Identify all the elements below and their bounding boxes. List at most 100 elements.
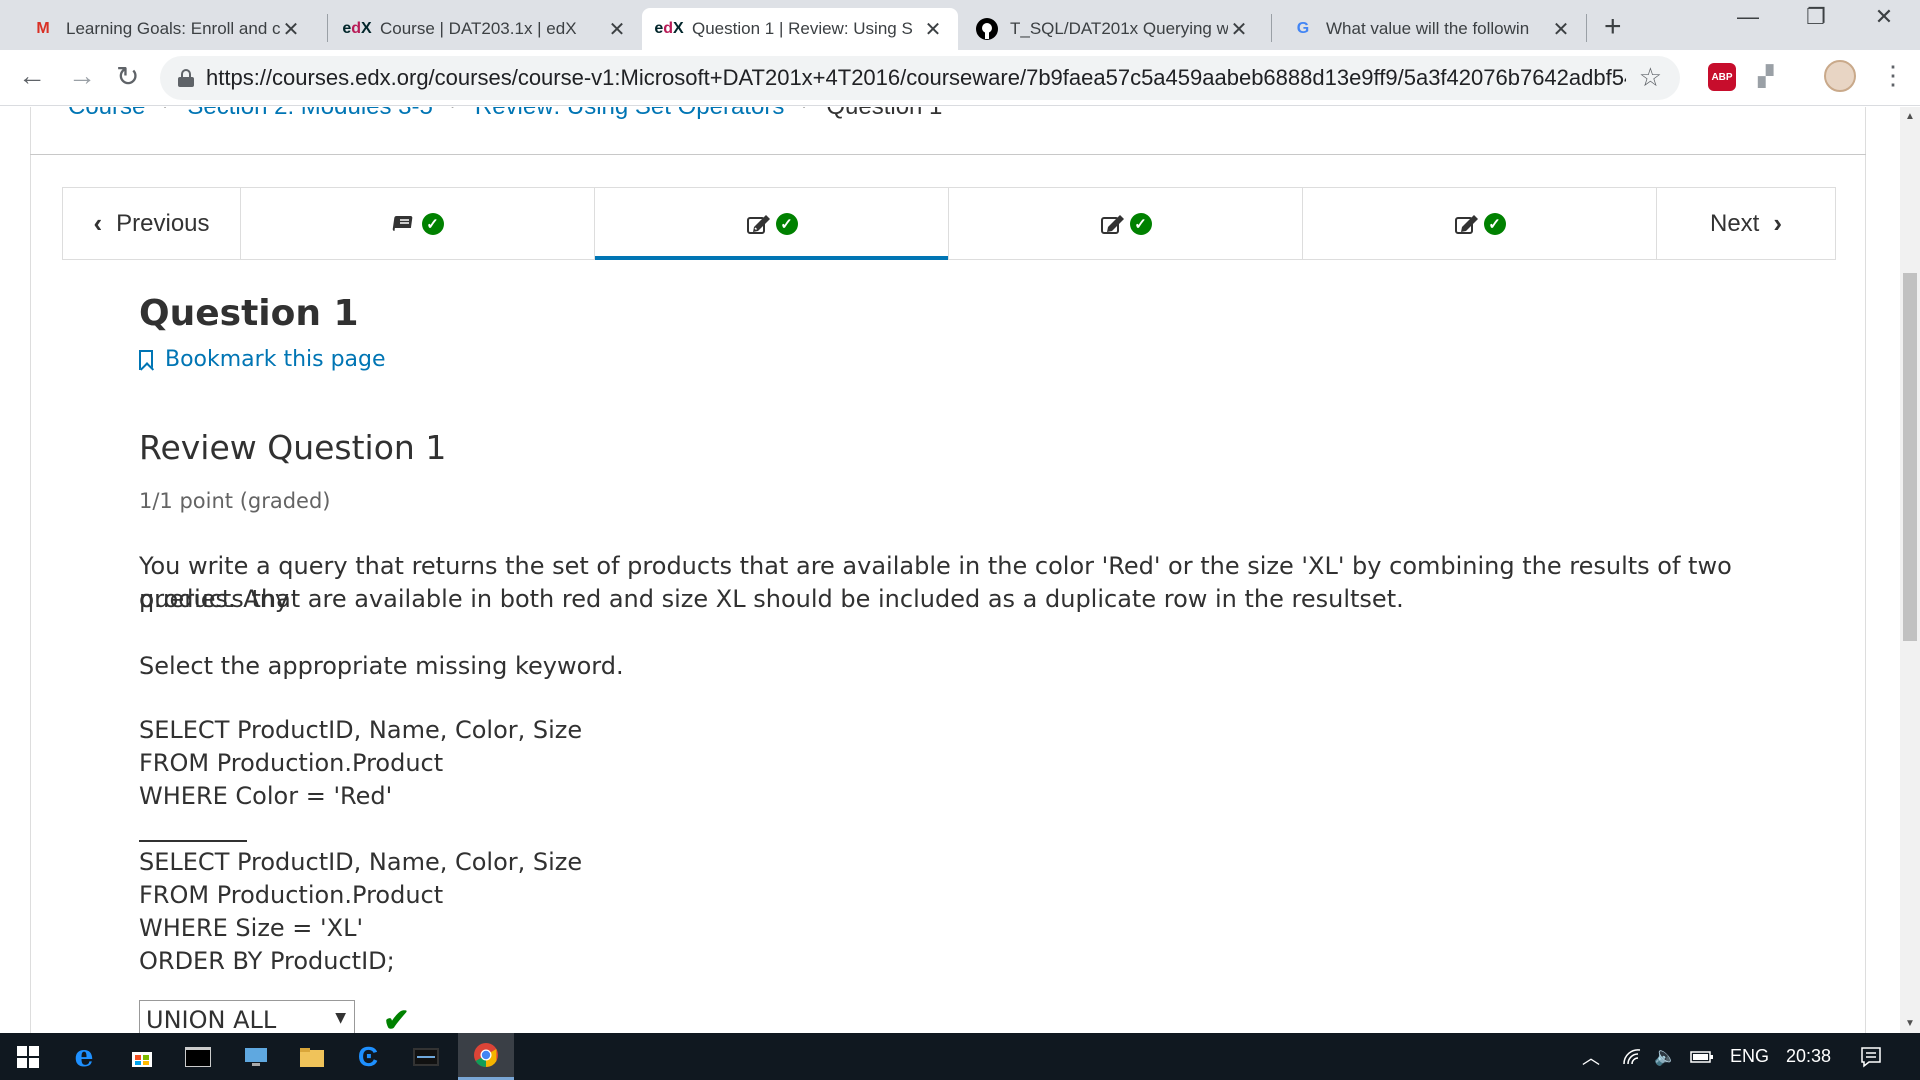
windows-start-button[interactable] — [0, 1033, 56, 1080]
url-text[interactable]: https://courses.edx.org/courses/course-v… — [206, 65, 1626, 91]
divider — [30, 154, 1866, 155]
breadcrumb-current: Question 1 — [826, 107, 942, 121]
page-scrollbar[interactable]: ▲ ▼ — [1900, 107, 1920, 1033]
tab-separator — [1271, 14, 1272, 42]
restore-button[interactable]: ❐ — [1786, 4, 1846, 30]
tab-title: Learning Goals: Enroll and c — [66, 19, 280, 38]
store-icon[interactable] — [114, 1033, 170, 1080]
tab-question[interactable]: edX Question 1 | Review: Using S ✕ — [642, 8, 958, 50]
chevron-right-icon: › — [163, 107, 169, 121]
problem-title: Review Question 1 — [139, 428, 447, 467]
tab-title: T_SQL/DAT201x Querying w — [1010, 19, 1228, 38]
bookmark-label: Bookmark this page — [165, 347, 386, 372]
chevron-right-icon: › — [451, 107, 457, 121]
browser-toolbar: ← → ↻ https://courses.edx.org/courses/co… — [0, 50, 1920, 106]
breadcrumb-subsection[interactable]: Review: Using Set Operators — [475, 107, 784, 121]
breadcrumb-section[interactable]: Section 2: Modules 3-5 — [187, 107, 432, 121]
unit-tab-4[interactable]: ✓ — [1303, 188, 1657, 259]
unit-tab-1[interactable]: ✓ — [241, 188, 595, 259]
back-button[interactable]: ← — [18, 60, 46, 92]
close-tab-icon[interactable]: ✕ — [1228, 17, 1250, 42]
scrollbar-thumb[interactable] — [1903, 273, 1917, 641]
edx-icon: edX — [654, 20, 684, 37]
chrome-taskbar-icon[interactable] — [458, 1033, 514, 1080]
bookmark-star-icon[interactable]: ☆ — [1639, 62, 1662, 93]
address-bar[interactable]: https://courses.edx.org/courses/course-v… — [160, 56, 1680, 100]
points-status: 1/1 point (graded) — [139, 489, 331, 513]
scroll-down-arrow[interactable]: ▼ — [1905, 1018, 1915, 1029]
code-line: WHERE Color = 'Red' — [139, 782, 393, 810]
close-tab-icon[interactable]: ✕ — [606, 17, 628, 42]
edit-icon — [1100, 214, 1124, 234]
check-circle-icon: ✓ — [1129, 212, 1152, 235]
page-title: Question 1 — [139, 293, 359, 334]
wifi-icon[interactable] — [1622, 1033, 1644, 1080]
tab-separator — [1586, 14, 1587, 42]
page-content: Course › Section 2: Modules 3-5 › Review… — [0, 107, 1900, 1033]
mysql-workbench-icon[interactable] — [398, 1033, 454, 1080]
profile-avatar[interactable] — [1824, 60, 1856, 92]
code-line: WHERE Size = 'XL' — [139, 914, 364, 942]
chrome-menu-icon[interactable]: ⋮ — [1880, 60, 1906, 91]
chevron-left-icon: ‹ — [93, 208, 103, 238]
forward-button[interactable]: → — [68, 60, 96, 92]
breadcrumb-course[interactable]: Course — [68, 107, 145, 121]
tab-gmail[interactable]: M Learning Goals: Enroll and c ✕ — [16, 8, 316, 50]
check-circle-icon: ✓ — [1483, 212, 1506, 235]
gmail-icon: M — [36, 20, 50, 37]
breadcrumb: Course › Section 2: Modules 3-5 › Review… — [68, 107, 942, 121]
tab-title: Course | DAT203.1x | edX — [380, 19, 577, 38]
next-button[interactable]: Next › — [1657, 188, 1835, 259]
answer-dropdown[interactable]: UNION ALL ▼ — [139, 1000, 355, 1033]
terminal-icon[interactable] — [170, 1033, 226, 1080]
edx-icon: edX — [342, 20, 372, 37]
close-tab-icon[interactable]: ✕ — [1550, 17, 1572, 42]
code-line: FROM Production.Product — [139, 881, 444, 909]
tab-google[interactable]: G What value will the followin ✕ — [1276, 8, 1586, 50]
google-icon: G — [1296, 20, 1310, 37]
code-line: ORDER BY ProductID; — [139, 947, 395, 975]
volume-icon[interactable]: 🔈 — [1654, 1033, 1676, 1080]
windows-taskbar: e Ͼ ︿ 🔈 ENG 20:38 — [0, 1033, 1920, 1080]
show-hidden-icons[interactable]: ︿ — [1582, 1033, 1600, 1080]
edge-icon[interactable]: e — [56, 1033, 112, 1080]
tab-title: Question 1 | Review: Using S — [692, 19, 913, 38]
previous-button[interactable]: ‹ Previous — [63, 188, 241, 259]
question-prompt-line-2: products that are available in both red … — [139, 585, 1404, 613]
selected-answer: UNION ALL — [146, 1006, 277, 1033]
minimize-button[interactable]: — — [1718, 4, 1778, 30]
scroll-up-arrow[interactable]: ▲ — [1905, 111, 1915, 122]
github-icon — [974, 17, 1000, 41]
chevron-right-icon: › — [802, 107, 808, 121]
chevron-right-icon: › — [1773, 208, 1783, 238]
blank-line — [139, 840, 247, 842]
notifications-icon[interactable] — [1860, 1033, 1882, 1080]
bookmark-button[interactable]: Bookmark this page — [139, 347, 386, 372]
unit-tab-2[interactable]: ✓ — [595, 188, 949, 260]
tab-course[interactable]: edX Course | DAT203.1x | edX ✕ — [330, 8, 642, 50]
check-circle-icon: ✓ — [421, 212, 444, 235]
reload-button[interactable]: ↻ — [116, 60, 139, 93]
tab-strip: M Learning Goals: Enroll and c ✕ edX Cou… — [0, 0, 1920, 50]
close-tab-icon[interactable]: ✕ — [922, 17, 944, 42]
tab-github[interactable]: T_SQL/DAT201x Querying w ✕ — [960, 8, 1264, 50]
previous-label: Previous — [116, 209, 210, 237]
tab-separator — [327, 14, 328, 42]
computer-icon[interactable] — [228, 1033, 284, 1080]
code-line: SELECT ProductID, Name, Color, Size — [139, 848, 583, 876]
sequence-nav: ‹ Previous ✓ ✓ ✓ ✓ Next › — [62, 187, 1836, 260]
unit-tab-3[interactable]: ✓ — [949, 188, 1303, 259]
file-explorer-icon[interactable] — [284, 1033, 340, 1080]
battery-icon[interactable] — [1690, 1033, 1714, 1080]
close-tab-icon[interactable]: ✕ — [280, 17, 302, 42]
close-window-button[interactable]: ✕ — [1854, 4, 1914, 30]
code-line: SELECT ProductID, Name, Color, Size — [139, 716, 583, 744]
clock[interactable]: 20:38 — [1786, 1033, 1831, 1080]
question-instruction: Select the appropriate missing keyword. — [139, 652, 624, 680]
code-line: FROM Production.Product — [139, 749, 444, 777]
extension-icon[interactable]: ▞ — [1758, 64, 1773, 89]
app-icon[interactable]: Ͼ — [340, 1033, 396, 1080]
adblock-extension-icon[interactable]: ABP — [1708, 63, 1736, 91]
new-tab-button[interactable]: + — [1604, 10, 1622, 44]
language-indicator[interactable]: ENG — [1730, 1033, 1769, 1080]
